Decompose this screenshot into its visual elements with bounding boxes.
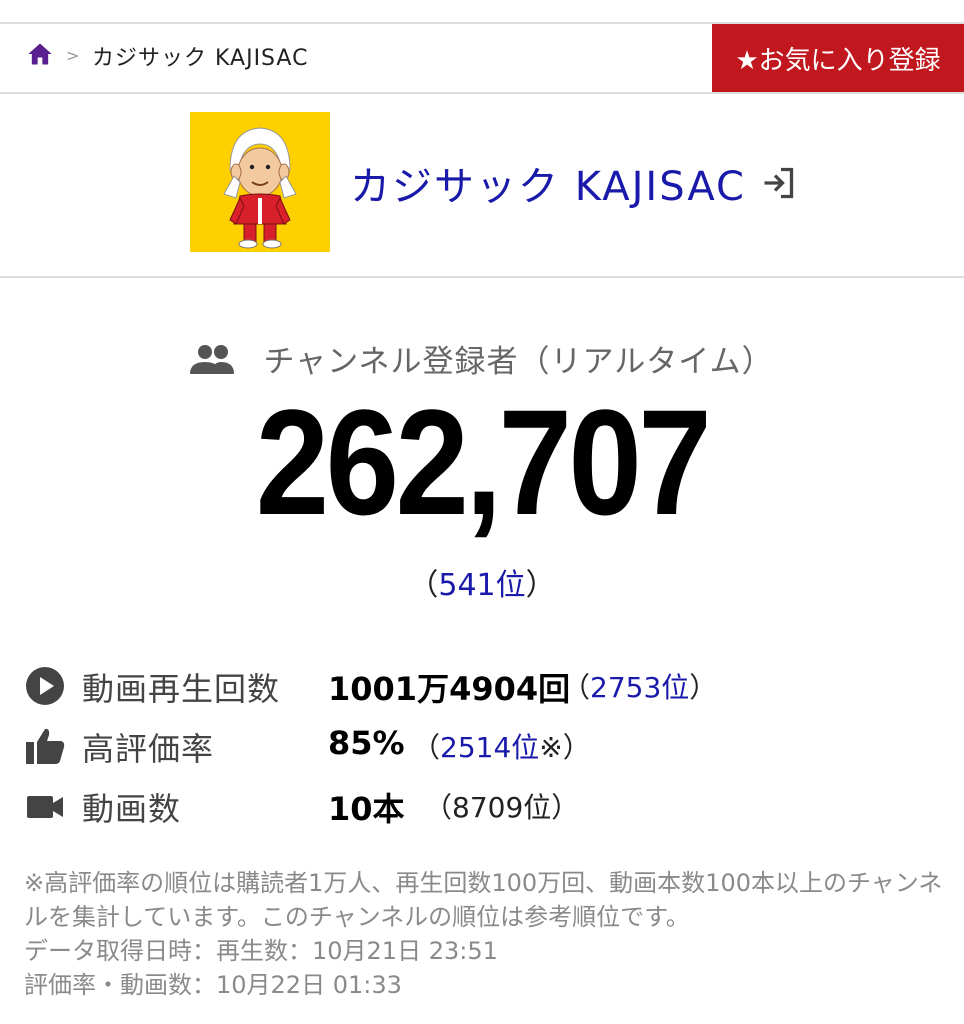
video-camera-icon bbox=[27, 796, 63, 818]
notes: ※高評価率の順位は購読者1万人、再生回数100万回、動画本数100本以上のチャン… bbox=[24, 866, 944, 1002]
open-link-icon[interactable] bbox=[760, 165, 796, 201]
paren-open: （ bbox=[412, 731, 441, 764]
stat-rank-link[interactable]: 2753位 bbox=[590, 671, 689, 704]
stat-label: 高評価率 bbox=[82, 730, 215, 768]
breadcrumb: > カジサック KAJISAC ★お気に入り登録 bbox=[0, 24, 964, 92]
channel-title: カジサック KAJISAC bbox=[350, 164, 746, 210]
home-icon[interactable] bbox=[26, 40, 54, 68]
subscriber-label: チャンネル登録者（リアルタイム） bbox=[263, 344, 774, 380]
stat-rank: （8709位） bbox=[424, 791, 580, 824]
stat-rank: （2753位） bbox=[562, 666, 717, 706]
note-views-timestamp: データ取得日時：再生数：10月21日 23:51 bbox=[24, 937, 498, 965]
note-rating-timestamp: 評価率・動画数：10月22日 01:33 bbox=[24, 971, 402, 999]
stat-rank: （2514位※） bbox=[412, 726, 591, 766]
subscriber-count: 262,707 bbox=[255, 378, 712, 546]
note-ranking: ※高評価率の順位は購読者1万人、再生回数100万回、動画本数100本以上のチャン… bbox=[24, 869, 943, 931]
breadcrumb-current: カジサック KAJISAC bbox=[92, 46, 309, 71]
paren-close: ） bbox=[525, 568, 556, 603]
play-circle-icon bbox=[26, 667, 64, 705]
subscriber-rank: （541位） bbox=[0, 560, 964, 604]
divider bbox=[0, 276, 964, 278]
stat-value: 1001万4904回 bbox=[328, 670, 571, 708]
stat-row-views: 動画再生回数 1001万4904回 （2753位） bbox=[0, 660, 964, 710]
paren-open: （ bbox=[562, 671, 591, 704]
channel-avatar[interactable] bbox=[190, 112, 330, 252]
paren-open: （ bbox=[408, 568, 439, 603]
thumbs-up-icon bbox=[26, 728, 65, 764]
stat-label: 動画再生回数 bbox=[82, 670, 281, 708]
favorite-button[interactable]: ★お気に入り登録 bbox=[712, 24, 964, 92]
stat-value: 10本 bbox=[328, 790, 405, 828]
stat-value: 85% bbox=[328, 724, 405, 762]
stat-row-videos: 動画数 10本 （8709位） bbox=[0, 780, 964, 830]
channel-header: カジサック KAJISAC bbox=[0, 94, 964, 276]
stat-row-rating: 高評価率 85% （2514位※） bbox=[0, 720, 964, 770]
channel-title-link[interactable]: カジサック KAJISAC bbox=[350, 154, 796, 212]
paren-close: ※） bbox=[539, 731, 591, 764]
stat-rank-link[interactable]: 2514位 bbox=[440, 731, 539, 764]
stat-label: 動画数 bbox=[82, 790, 182, 828]
subscriber-label-row: チャンネル登録者（リアルタイム） bbox=[0, 336, 964, 380]
subscriber-rank-link[interactable]: 541位 bbox=[438, 568, 525, 603]
people-icon bbox=[190, 344, 235, 374]
breadcrumb-separator: > bbox=[66, 46, 80, 65]
paren-close: ） bbox=[689, 671, 718, 704]
